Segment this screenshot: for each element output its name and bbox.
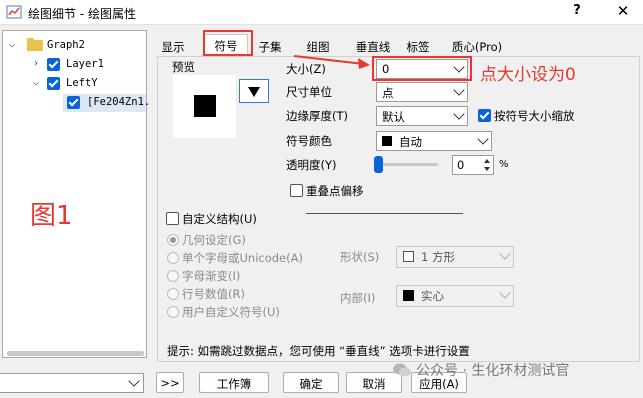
figure-annotation: 图1 [30, 201, 73, 231]
tab-centroid[interactable]: 质心(Pro) [446, 36, 508, 56]
chevron-down-icon [128, 375, 140, 387]
wechat-logo-icon [393, 363, 411, 377]
tab-display[interactable]: 显示 [156, 36, 190, 56]
divider [306, 213, 463, 214]
chevron-down-icon [477, 133, 489, 145]
color-label: 符号颜色 [286, 134, 332, 148]
edge-label: 边缘厚度(T) [286, 109, 348, 123]
tab-label[interactable]: 标签 [400, 36, 436, 56]
collapse-icon[interactable]: ⌵ [9, 39, 19, 51]
chevron-down-icon [453, 108, 465, 120]
tree-item-label: Graph2 [47, 39, 85, 51]
color-value: 自动 [399, 135, 422, 149]
collapse-icon[interactable]: ⌵ [33, 77, 43, 89]
tree-item-graph[interactable]: ⌵ Graph2 [3, 37, 146, 55]
radio-label: 用户自定义符号(U) [182, 305, 280, 319]
unit-label: 尺寸单位 [286, 85, 332, 99]
preview-label: 预览 [172, 60, 195, 74]
expand-icon[interactable]: › [33, 58, 43, 70]
custom-title: 自定义结构(U) [182, 212, 257, 226]
ok-button[interactable]: 确定 [283, 372, 339, 393]
color-combo[interactable]: 自动 [376, 131, 492, 151]
transparency-value: 0 [457, 158, 465, 172]
interior-combo[interactable]: 实心 [396, 285, 514, 307]
unit-combo[interactable]: 点 [376, 82, 468, 102]
tree-item-label: Layer1 [66, 58, 104, 70]
solid-fill-icon [403, 290, 414, 301]
radio-unicode[interactable] [167, 252, 179, 264]
shape-value: 1 方形 [421, 250, 455, 264]
edge-value: 默认 [382, 110, 405, 124]
tree-item-plot[interactable]: [Fe204Zn1. [63, 94, 150, 112]
arrow-icon [293, 55, 370, 69]
radio-row-number[interactable] [167, 288, 179, 300]
radio-label: 字母渐变(I) [182, 269, 241, 283]
title-bar: 绘图细节 - 绘图属性 ? ✕ [0, 0, 643, 25]
transparency-slider-track[interactable] [374, 163, 438, 166]
square-shape-icon [403, 251, 414, 262]
radio-gradient[interactable] [167, 270, 179, 282]
square-symbol-icon [194, 95, 216, 117]
watermark: 公众号 · 生化环材测试官 [416, 363, 570, 379]
unit-value: 点 [382, 86, 394, 100]
transparency-spinner[interactable]: 0 [452, 155, 494, 175]
percent-label: % [499, 159, 509, 170]
scale-label: 按符号大小缩放 [494, 109, 575, 123]
radio-label: 单个字母或Unicode(A) [182, 251, 303, 265]
chevron-down-icon [499, 287, 511, 299]
radio-label: 几何设定(G) [182, 233, 246, 247]
plot-selector-combo[interactable] [0, 373, 144, 393]
shape-label: 形状(S) [340, 250, 380, 264]
color-swatch [382, 136, 392, 146]
offset-checkbox[interactable] [290, 184, 303, 197]
app-icon [6, 5, 22, 19]
edge-combo[interactable]: 默认 [376, 106, 468, 126]
symbol-preview [173, 75, 236, 138]
size-annotation: 点大小设为0 [480, 65, 576, 85]
offset-label: 重叠点偏移 [306, 184, 364, 198]
tree-scrollbar[interactable] [7, 351, 144, 356]
close-button[interactable]: ✕ [612, 2, 634, 22]
scale-checkbox[interactable] [478, 109, 491, 122]
size-highlight-box [372, 56, 472, 81]
spin-arrows-icon[interactable] [483, 158, 491, 172]
tree-item-layer[interactable]: › Layer1 [3, 56, 146, 74]
layer-checkbox[interactable] [47, 58, 60, 71]
window-title: 绘图细节 - 绘图属性 [28, 7, 136, 21]
chevron-down-icon [499, 248, 511, 260]
workbook-button[interactable]: 工作簿 [199, 372, 269, 393]
expand-button[interactable]: >> [156, 372, 184, 393]
interior-value: 实心 [421, 289, 444, 303]
radio-geometric[interactable] [167, 234, 179, 246]
tab-subset[interactable]: 子集 [252, 36, 288, 56]
plot-checkbox[interactable] [67, 96, 80, 109]
tree-item-axis[interactable]: ⌵ LeftY [3, 75, 146, 93]
transparency-label: 透明度(Y) [286, 158, 337, 172]
plot-tree: ⌵ Graph2 › Layer1 ⌵ LeftY [Fe204Zn1. [2, 30, 150, 358]
radio-user-symbol[interactable] [167, 306, 179, 318]
tab-highlight-box [203, 30, 253, 56]
axis-checkbox[interactable] [47, 77, 60, 90]
interior-label: 内部(I) [340, 291, 376, 305]
chevron-down-icon [453, 84, 465, 96]
radio-label: 行号数值(R) [182, 287, 245, 301]
tree-item-label: [Fe204Zn1. [87, 96, 151, 108]
shape-combo[interactable]: 1 方形 [396, 246, 514, 268]
tree-item-label: LeftY [66, 77, 98, 89]
hint-text: 提示: 如需跳过数据点，您可使用 “垂直线” 选项卡进行设置 [167, 344, 470, 358]
transparency-slider-thumb[interactable] [374, 156, 383, 173]
symbol-gallery-button[interactable] [239, 79, 269, 103]
dropdown-triangle-icon [248, 87, 260, 97]
folder-icon [27, 38, 43, 51]
help-button[interactable]: ? [568, 3, 586, 21]
custom-checkbox[interactable] [166, 212, 179, 225]
